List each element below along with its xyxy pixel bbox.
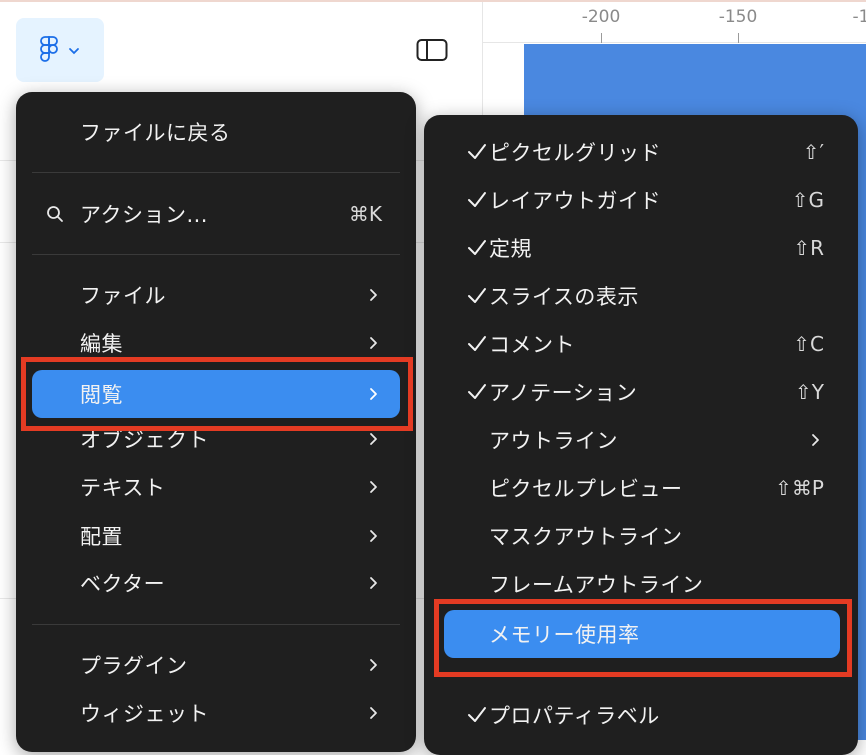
- chevron-right-icon: [370, 707, 377, 719]
- submenu-item-rulers[interactable]: 定規 ⇧R: [440, 228, 842, 268]
- menu-separator: [32, 254, 400, 255]
- checkmark-icon: [468, 240, 486, 255]
- main-menu-button[interactable]: [16, 18, 104, 82]
- submenu-item-frame-outlines[interactable]: フレームアウトライン: [440, 564, 842, 604]
- checkmark-icon: [468, 288, 486, 303]
- checkmark-icon: [468, 336, 486, 351]
- actions-item[interactable]: アクション... ⌘K: [32, 194, 400, 234]
- menu-item-label: 配置: [80, 525, 123, 549]
- shortcut-label: ⇧′: [802, 140, 824, 164]
- menu-item-label: プロパティラベル: [489, 704, 660, 728]
- menu-item-label: アクション...: [80, 203, 208, 227]
- shortcut-label: ⇧⌘P: [775, 476, 824, 500]
- submenu-item-property-labels[interactable]: プロパティラベル: [440, 695, 842, 735]
- checkmark-icon: [468, 144, 486, 159]
- menu-item-arrange[interactable]: 配置: [32, 516, 400, 556]
- menu-item-label: コメント: [489, 333, 575, 357]
- checkmark-icon: [468, 384, 486, 399]
- back-to-files-item[interactable]: ファイルに戻る: [32, 112, 400, 152]
- chevron-right-icon: [370, 481, 377, 493]
- chevron-right-icon: [370, 337, 377, 349]
- search-icon: [47, 206, 63, 222]
- submenu-item-show-slices[interactable]: スライスの表示: [440, 276, 842, 316]
- shortcut-label: ⌘K: [348, 202, 382, 226]
- ruler-tick: [601, 33, 602, 43]
- menu-item-file[interactable]: ファイル: [32, 275, 400, 315]
- shortcut-label: ⇧C: [793, 332, 824, 356]
- chevron-right-icon: [370, 659, 377, 671]
- shortcut-label: ⇧G: [791, 188, 824, 212]
- menu-separator: [32, 172, 400, 173]
- checkmark-icon: [468, 707, 486, 722]
- menu-item-label: アノテーション: [489, 381, 638, 405]
- menu-item-widgets[interactable]: ウィジェット: [32, 693, 400, 733]
- shortcut-label: ⇧R: [793, 236, 824, 260]
- menu-item-vector[interactable]: ベクター: [32, 563, 400, 603]
- chevron-right-icon: [812, 434, 819, 446]
- menu-item-label: ピクセルプレビュー: [489, 477, 683, 501]
- menu-item-label: フレームアウトライン: [489, 573, 704, 597]
- menu-item-label: 編集: [80, 332, 123, 356]
- menu-item-label: ピクセルグリッド: [489, 141, 661, 165]
- menu-item-label: ファイル: [80, 284, 166, 308]
- menu-item-label: ベクター: [80, 572, 166, 596]
- toggle-sidebar-icon[interactable]: [416, 36, 448, 64]
- figma-logo-icon: [40, 36, 58, 62]
- submenu-item-pixel-preview[interactable]: ピクセルプレビュー ⇧⌘P: [440, 468, 842, 508]
- menu-item-plugins[interactable]: プラグイン: [32, 645, 400, 685]
- chevron-right-icon: [370, 289, 377, 301]
- menu-item-text[interactable]: テキスト: [32, 467, 400, 507]
- submenu-item-pixel-grid[interactable]: ピクセルグリッド ⇧′: [440, 132, 842, 172]
- ruler-label: -200: [581, 7, 621, 27]
- submenu-item-comments[interactable]: コメント ⇧C: [440, 324, 842, 364]
- menu-item-label: マスクアウトライン: [489, 525, 683, 549]
- chevron-down-icon: [69, 48, 79, 55]
- chevron-right-icon: [370, 530, 377, 542]
- menu-item-label: ウィジェット: [80, 702, 209, 726]
- menu-item-label: プラグイン: [80, 654, 188, 678]
- highlight-box: [434, 599, 852, 677]
- highlight-box: [21, 357, 413, 431]
- submenu-item-annotations[interactable]: アノテーション ⇧Y: [440, 372, 842, 412]
- checkmark-icon: [468, 192, 486, 207]
- ruler-tick: [738, 33, 739, 43]
- chevron-right-icon: [370, 577, 377, 589]
- submenu-item-outlines[interactable]: アウトライン: [440, 420, 842, 460]
- menu-item-label: ファイルに戻る: [80, 121, 231, 145]
- menu-item-label: テキスト: [80, 476, 166, 500]
- menu-item-label: レイアウトガイド: [489, 189, 661, 213]
- submenu-item-mask-outlines[interactable]: マスクアウトライン: [440, 516, 842, 556]
- ruler-label: -1: [852, 7, 866, 27]
- menu-item-label: アウトライン: [489, 429, 618, 453]
- top-ruler: -200 -150 -1: [483, 2, 866, 43]
- menu-item-label: 定規: [489, 237, 532, 261]
- menu-item-label: スライスの表示: [489, 285, 639, 309]
- submenu-item-layout-guides[interactable]: レイアウトガイド ⇧G: [440, 180, 842, 220]
- menu-separator: [32, 624, 400, 625]
- ruler-label: -150: [718, 7, 758, 27]
- shortcut-label: ⇧Y: [795, 380, 824, 404]
